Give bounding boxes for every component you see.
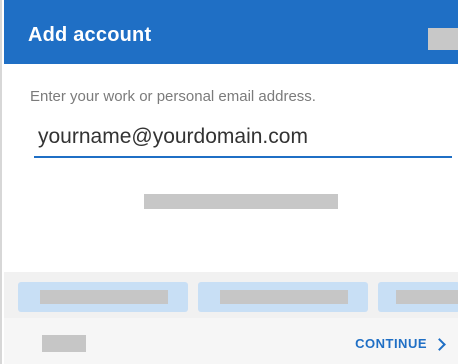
continue-button-label: CONTINUE (355, 336, 427, 351)
continue-button[interactable]: CONTINUE (355, 336, 446, 351)
chevron-right-icon (433, 337, 446, 351)
provider-button-3-label-placeholder (396, 290, 458, 304)
provider-button-1-label-placeholder (40, 290, 168, 304)
footer-secondary-placeholder[interactable] (42, 335, 86, 352)
provider-button-2-label-placeholder (220, 290, 348, 304)
provider-button-3[interactable] (378, 282, 458, 312)
redacted-link[interactable] (144, 194, 338, 209)
email-prompt-label: Enter your work or personal email addres… (30, 88, 316, 105)
provider-button-1[interactable] (18, 282, 188, 312)
header-action-placeholder[interactable] (428, 28, 458, 50)
provider-button-2[interactable] (198, 282, 368, 312)
page-title: Add account (28, 24, 152, 46)
add-account-screen: Add account Enter your work or personal … (0, 0, 458, 364)
app-header: Add account (4, 0, 458, 64)
email-field[interactable] (34, 122, 452, 158)
